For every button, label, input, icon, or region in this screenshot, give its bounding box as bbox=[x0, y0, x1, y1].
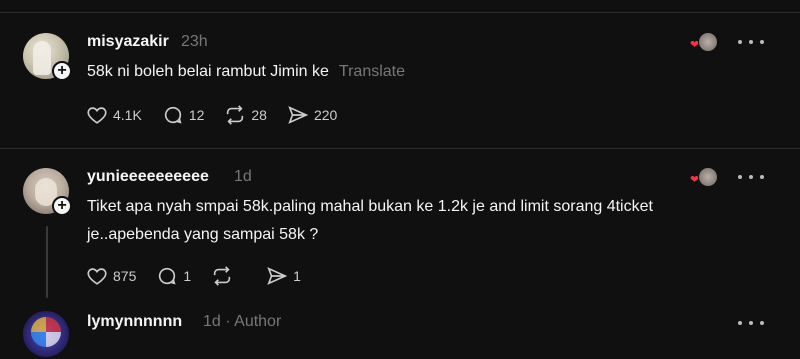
share-count: 220 bbox=[313, 107, 338, 123]
share-button[interactable]: 220 bbox=[287, 104, 337, 126]
like-button[interactable]: 875 bbox=[86, 265, 136, 287]
repost-icon bbox=[227, 105, 244, 125]
post-text: 58k ni boleh belai rambut Jimin ke Transl… bbox=[87, 58, 777, 86]
heart-icon bbox=[87, 268, 107, 285]
username[interactable]: misyazakir bbox=[87, 33, 169, 51]
comment-button[interactable]: 1 bbox=[156, 265, 191, 287]
share-button[interactable]: 1 bbox=[266, 265, 301, 287]
post-text: Tiket apa nyah smpai 58k.paling mahal bu… bbox=[87, 193, 777, 249]
username[interactable]: yunieeeeeeeeee bbox=[87, 168, 209, 186]
share-icon bbox=[267, 267, 288, 285]
like-button[interactable]: 4.1K bbox=[86, 104, 142, 126]
repost-button[interactable] bbox=[211, 265, 238, 287]
avatar-container[interactable]: + bbox=[23, 33, 72, 81]
action-bar: 4.1K 12 28 220 bbox=[86, 104, 357, 126]
avatar-container[interactable] bbox=[23, 311, 71, 359]
avatar[interactable] bbox=[23, 311, 69, 357]
timestamp[interactable]: 23h bbox=[181, 33, 208, 51]
more-icon bbox=[738, 321, 742, 325]
top-divider bbox=[0, 12, 800, 13]
repost-count: 28 bbox=[251, 107, 267, 123]
avatar-container[interactable]: + bbox=[23, 168, 72, 216]
like-count: 875 bbox=[113, 268, 137, 284]
post-text-content: 58k ni boleh belai rambut Jimin ke bbox=[87, 63, 329, 80]
post-divider bbox=[0, 148, 800, 149]
comment-count: 12 bbox=[188, 107, 205, 123]
heart-icon bbox=[87, 107, 107, 124]
share-count: 1 bbox=[293, 268, 301, 284]
share-icon bbox=[288, 106, 309, 124]
translate-link[interactable]: Translate bbox=[339, 63, 405, 80]
follow-plus-icon[interactable]: + bbox=[52, 196, 72, 216]
more-icon bbox=[738, 40, 742, 44]
repost-icon bbox=[213, 266, 231, 286]
more-options-button[interactable] bbox=[738, 37, 764, 47]
follow-plus-icon[interactable]: + bbox=[52, 61, 72, 81]
like-count: 4.1K bbox=[113, 107, 142, 123]
timestamp: 1d · Author bbox=[203, 313, 281, 331]
liked-by-indicator[interactable]: ❤ bbox=[690, 166, 720, 188]
comment-icon bbox=[164, 106, 182, 124]
author-tag: Author bbox=[234, 313, 282, 330]
liker-avatar bbox=[698, 167, 718, 187]
liker-avatar bbox=[698, 32, 718, 52]
action-bar: 875 1 1 bbox=[86, 265, 321, 287]
thread-line bbox=[46, 226, 48, 298]
more-options-button[interactable] bbox=[738, 172, 764, 182]
username[interactable]: lymynnnnnn bbox=[87, 313, 182, 331]
comment-button[interactable]: 12 bbox=[162, 104, 205, 126]
liked-by-indicator[interactable]: ❤ bbox=[690, 31, 720, 53]
repost-button[interactable]: 28 bbox=[224, 104, 267, 126]
post-text-line-2: je..apebenda yang sampai 58k ? bbox=[87, 226, 319, 243]
author-separator: · bbox=[225, 313, 235, 330]
timestamp-value[interactable]: 1d bbox=[203, 313, 221, 330]
more-icon bbox=[738, 175, 742, 179]
comment-icon bbox=[159, 267, 176, 285]
comment-count: 1 bbox=[183, 268, 192, 284]
timestamp[interactable]: 1d bbox=[234, 168, 252, 186]
post-text-line-1: Tiket apa nyah smpai 58k.paling mahal bu… bbox=[87, 198, 653, 215]
more-options-button[interactable] bbox=[738, 318, 764, 328]
